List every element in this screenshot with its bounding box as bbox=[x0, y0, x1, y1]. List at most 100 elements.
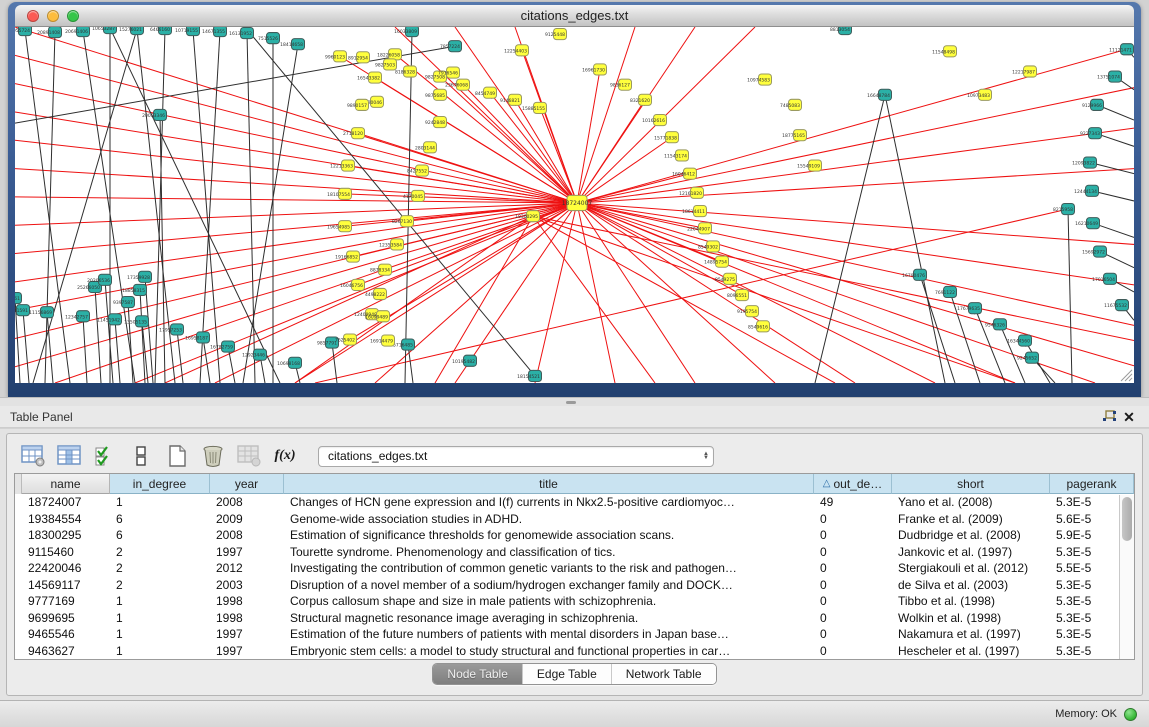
graph-node-label: 8912954 bbox=[348, 55, 368, 61]
table-row[interactable]: 946362711997Embryonic stem cells: a mode… bbox=[15, 643, 1134, 660]
cell: 2003 bbox=[210, 578, 284, 592]
graph-node-label: 10698168 bbox=[277, 361, 300, 367]
scrollbar-thumb[interactable] bbox=[1122, 497, 1132, 541]
graph-node-label: 17359928 bbox=[127, 275, 150, 281]
graph-node-label: 16790476 bbox=[902, 273, 925, 279]
graph-edge bbox=[577, 203, 855, 383]
canvas-resize-grip[interactable] bbox=[1121, 370, 1132, 381]
table-row[interactable]: 911546021997Tourette syndrome. Phenomeno… bbox=[15, 544, 1134, 561]
table-row[interactable]: 1938455462009Genome-wide association stu… bbox=[15, 511, 1134, 528]
graph-node-label: 8454749 bbox=[475, 91, 495, 97]
window-controls bbox=[27, 5, 79, 26]
network-canvas[interactable]: 1405572420891408206914061065328715276021… bbox=[15, 27, 1134, 383]
table-gutter bbox=[15, 474, 22, 494]
column-header-title[interactable]: title bbox=[284, 474, 814, 494]
cell: 1997 bbox=[210, 627, 284, 641]
cell: 9115460 bbox=[22, 545, 110, 559]
graph-node-label: 12444134 bbox=[1074, 189, 1097, 195]
divider-grip-icon[interactable] bbox=[566, 401, 576, 404]
table-select-dropdown[interactable]: citations_edges.txt ▲▼ bbox=[318, 446, 714, 467]
graph-node-label: 9827503 bbox=[375, 62, 395, 68]
network-graph: 1405572420891408206914061065328715276021… bbox=[15, 27, 1134, 383]
graph-node-label: 14895754 bbox=[704, 260, 727, 266]
graph-node-label: 8549616 bbox=[748, 324, 768, 330]
cell: 1997 bbox=[210, 644, 284, 658]
delete-column-button[interactable] bbox=[198, 442, 228, 470]
memory-status-label: Memory: OK bbox=[1055, 708, 1117, 720]
panel-divider[interactable] bbox=[0, 397, 1149, 406]
graph-node-label: 18107554 bbox=[327, 192, 350, 198]
graph-edge bbox=[577, 203, 1134, 366]
cell: Yano et al. (2008) bbox=[892, 495, 1050, 509]
graph-node-label: 11675532 bbox=[1104, 303, 1127, 309]
show-columns-button[interactable] bbox=[54, 442, 84, 470]
graph-edge bbox=[405, 31, 412, 383]
graph-node-label: 18858315 bbox=[122, 288, 145, 294]
column-header-out_de[interactable]: △out_de… bbox=[814, 474, 892, 494]
table-mode-button[interactable] bbox=[18, 442, 48, 470]
tab-edge-table[interactable]: Edge Table bbox=[523, 664, 612, 684]
cell: 0 bbox=[814, 627, 892, 641]
tab-node-table[interactable]: Node Table bbox=[433, 664, 523, 684]
column-header-in_degree[interactable]: in_degree bbox=[110, 474, 210, 494]
new-column-button[interactable] bbox=[162, 442, 192, 470]
graph-edge bbox=[1068, 209, 1072, 383]
cell: 2008 bbox=[210, 528, 284, 542]
table-row[interactable]: 1830029562008Estimation of significance … bbox=[15, 527, 1134, 544]
graph-node-label: 18226058 bbox=[377, 52, 400, 58]
graph-node-label: 20691406 bbox=[65, 29, 88, 35]
close-window-icon[interactable] bbox=[27, 10, 39, 22]
zoom-window-icon[interactable] bbox=[67, 10, 79, 22]
graph-node-label: 18154521 bbox=[517, 374, 540, 380]
table-row[interactable]: 977716911998Corpus callosum shape and si… bbox=[15, 593, 1134, 610]
table-row[interactable]: 946554611997Estimation of the future num… bbox=[15, 626, 1134, 643]
cell: Hescheler et al. (1997) bbox=[892, 644, 1050, 658]
table-panel-title: Table Panel bbox=[10, 410, 73, 424]
table-body: 1872400712008Changes of HCN gene express… bbox=[15, 494, 1134, 659]
graph-edge bbox=[47, 312, 53, 383]
close-panel-icon[interactable]: ✕ bbox=[1119, 408, 1139, 426]
network-window-titlebar[interactable]: citations_edges.txt bbox=[15, 5, 1134, 27]
graph-node-label: 13505135 bbox=[124, 319, 147, 325]
graph-edge bbox=[15, 203, 577, 225]
select-columns-button[interactable] bbox=[90, 442, 120, 470]
graph-node-label: 13751074 bbox=[1097, 75, 1120, 81]
graph-edge bbox=[15, 203, 577, 282]
graph-node-label: 15771838 bbox=[654, 135, 677, 141]
column-header-year[interactable]: year bbox=[210, 474, 284, 494]
table-scrollbar[interactable] bbox=[1119, 495, 1134, 659]
import-table-button[interactable] bbox=[234, 442, 264, 470]
tab-network-table[interactable]: Network Table bbox=[612, 664, 716, 684]
graph-node-label: 12093822 bbox=[1072, 161, 1095, 167]
graph-node-label: 7691122 bbox=[935, 290, 955, 296]
graph-edge bbox=[533, 216, 1134, 340]
table-row[interactable]: 1872400712008Changes of HCN gene express… bbox=[15, 494, 1134, 511]
cell: Embryonic stem cells: a model to study s… bbox=[284, 644, 814, 658]
graph-edge bbox=[577, 203, 1134, 244]
graph-node-label: 18724007 bbox=[562, 200, 593, 207]
float-panel-icon[interactable] bbox=[1099, 408, 1119, 426]
graph-node-label: 11156869 bbox=[29, 310, 52, 316]
table-row[interactable]: 969969511998Structural magnetic resonanc… bbox=[15, 610, 1134, 627]
table-row[interactable]: 2242004622012Investigating the contribut… bbox=[15, 560, 1134, 577]
graph-node-label: 8186328 bbox=[395, 70, 415, 76]
graph-node-label: 19166852 bbox=[335, 255, 358, 261]
minimize-window-icon[interactable] bbox=[47, 10, 59, 22]
row-height-button[interactable] bbox=[126, 442, 156, 470]
column-header-short[interactable]: short bbox=[892, 474, 1050, 494]
table-row[interactable]: 1456911722003Disruption of a novel membe… bbox=[15, 577, 1134, 594]
graph-edge bbox=[193, 30, 220, 383]
cell: Structural magnetic resonance image aver… bbox=[284, 611, 814, 625]
function-builder-button[interactable]: f(x) bbox=[270, 442, 300, 470]
graph-node-label: 20053346 bbox=[142, 113, 165, 119]
graph-node-label: 8427552 bbox=[407, 169, 427, 175]
column-header-pagerank[interactable]: pagerank bbox=[1050, 474, 1134, 494]
graph-node-label: 10195482 bbox=[452, 359, 475, 365]
graph-node-label: 9129966 bbox=[1082, 103, 1102, 109]
graph-node-label: 20206536 bbox=[87, 278, 110, 284]
cell: 0 bbox=[814, 528, 892, 542]
graph-node-label: 16914479 bbox=[370, 339, 393, 345]
graph-edge bbox=[15, 55, 577, 203]
column-header-name[interactable]: name bbox=[22, 474, 110, 494]
cell: 1 bbox=[110, 611, 210, 625]
